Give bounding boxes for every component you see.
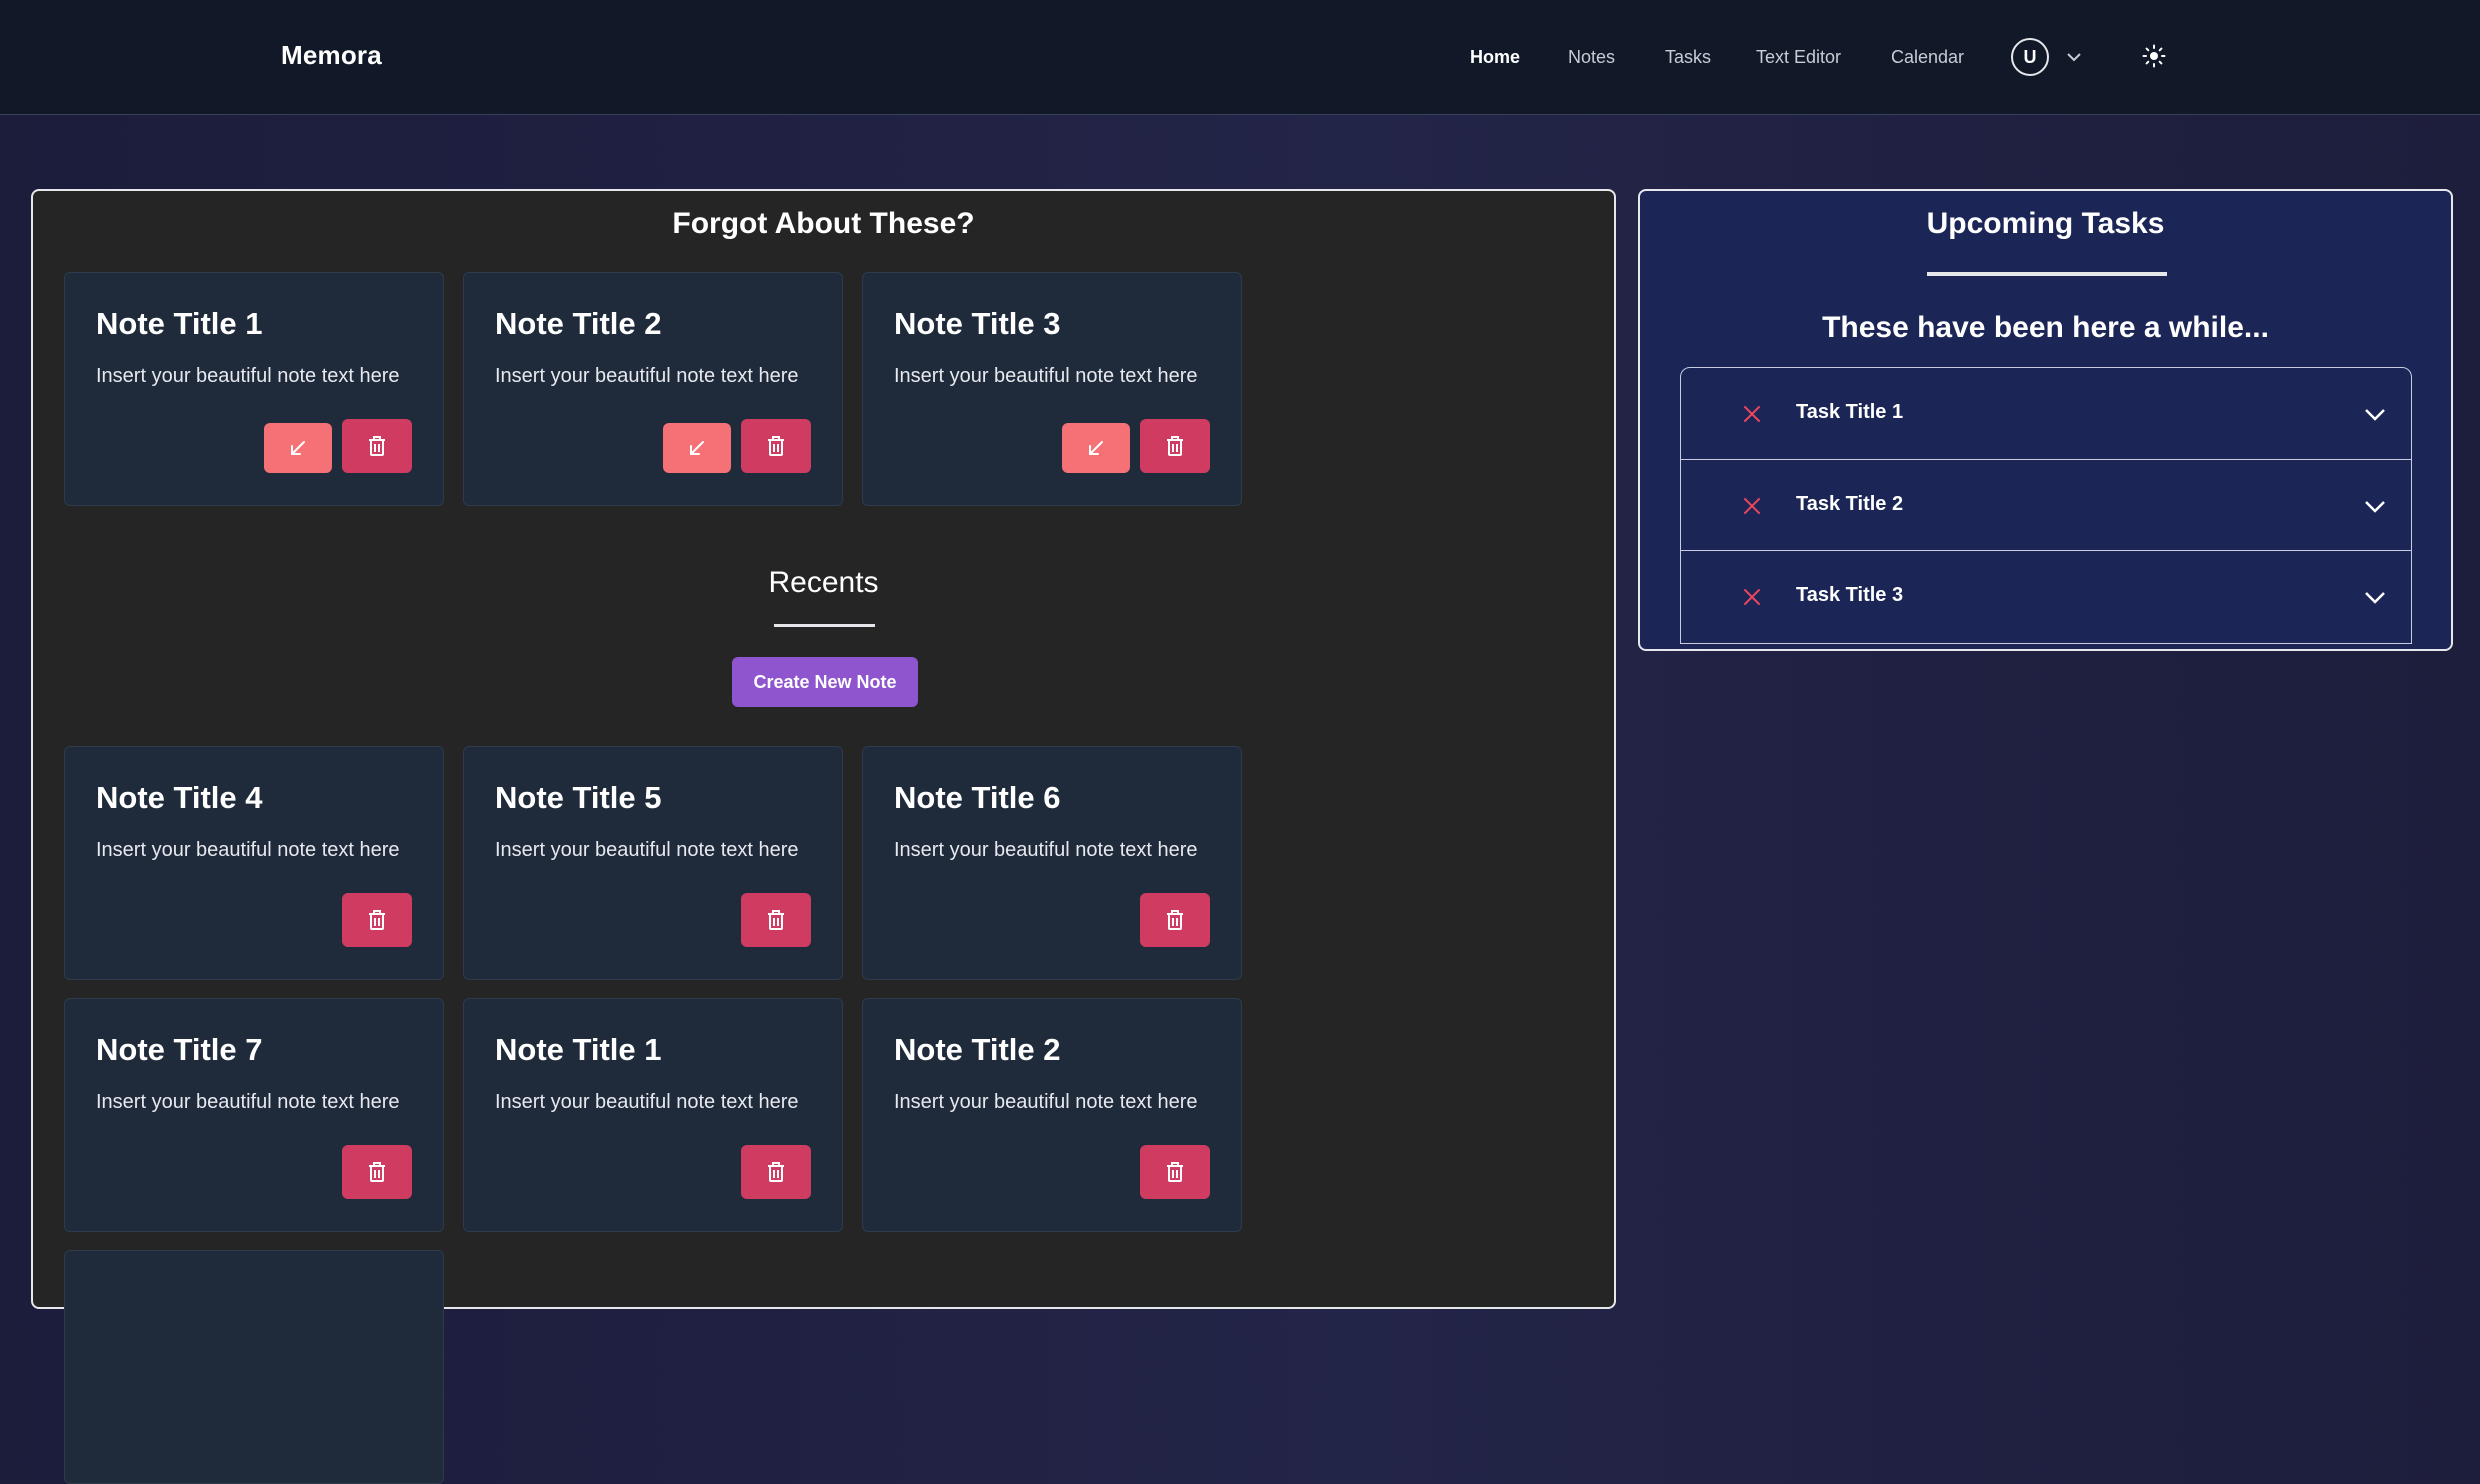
note-text: Insert your beautiful note text here — [894, 839, 1198, 861]
note-title: Note Title 1 — [495, 1032, 662, 1067]
note-card[interactable]: Note Title 3 Insert your beautiful note … — [862, 272, 1242, 506]
trash-icon — [768, 1162, 784, 1182]
trash-icon — [1167, 1162, 1183, 1182]
task-row[interactable]: Task Title 2 — [1681, 459, 2411, 550]
tasks-heading: Upcoming Tasks — [1926, 207, 2165, 240]
note-card[interactable]: Note Title 5 Insert your beautiful note … — [463, 746, 843, 980]
top-navbar: Memora Home Notes Tasks Text Editor Cale… — [0, 0, 2480, 115]
delete-button[interactable] — [741, 419, 811, 473]
tasks-underline — [1927, 272, 2167, 276]
sun-icon[interactable] — [2142, 44, 2166, 68]
arrow-down-left-icon — [1089, 441, 1103, 455]
delete-button[interactable] — [1140, 893, 1210, 947]
chevron-down-icon[interactable] — [2364, 406, 2386, 422]
note-text: Insert your beautiful note text here — [96, 839, 400, 861]
note-title: Note Title 3 — [894, 306, 1061, 341]
note-text: Insert your beautiful note text here — [495, 1091, 799, 1113]
trash-icon — [768, 436, 784, 456]
notes-panel: Forgot About These? Note Title 1 Insert … — [31, 189, 1616, 1484]
note-text: Insert your beautiful note text here — [96, 1091, 400, 1113]
chevron-down-icon[interactable] — [2364, 589, 2386, 605]
arrow-down-left-icon — [291, 441, 305, 455]
nav-notes[interactable]: Notes — [1568, 47, 1615, 68]
note-text: Insert your beautiful note text here — [894, 365, 1198, 387]
nav-home[interactable]: Home — [1470, 47, 1520, 68]
tasks-subtitle: These have been here a while... — [1822, 311, 2269, 344]
close-icon[interactable] — [1742, 496, 1762, 516]
delete-button[interactable] — [342, 419, 412, 473]
restore-button[interactable] — [663, 423, 731, 473]
note-card[interactable]: Note Title 6 Insert your beautiful note … — [862, 746, 1242, 980]
note-title: Note Title 1 — [96, 306, 263, 341]
nav-tasks[interactable]: Tasks — [1665, 47, 1711, 68]
nav-calendar[interactable]: Calendar — [1891, 47, 1964, 68]
note-card[interactable]: Note Title 4 Insert your beautiful note … — [64, 746, 444, 980]
brand-logo[interactable]: Memora — [281, 40, 382, 71]
note-card[interactable]: Note Title 2 Insert your beautiful note … — [862, 998, 1242, 1232]
note-card[interactable]: Note Title 1 Insert your beautiful note … — [463, 998, 843, 1232]
forgot-heading: Forgot About These? — [672, 207, 975, 240]
task-title: Task Title 1 — [1796, 401, 1904, 423]
chevron-down-icon[interactable] — [2364, 498, 2386, 514]
task-row[interactable]: Task Title 3 — [1681, 550, 2411, 641]
restore-button[interactable] — [264, 423, 332, 473]
note-title: Note Title 7 — [96, 1032, 263, 1067]
chevron-down-icon[interactable] — [2063, 46, 2085, 68]
user-avatar[interactable]: U — [2011, 38, 2049, 76]
trash-icon — [1167, 910, 1183, 930]
task-title: Task Title 2 — [1796, 493, 1904, 515]
arrow-down-left-icon — [690, 441, 704, 455]
note-title: Note Title 6 — [894, 780, 1061, 815]
delete-button[interactable] — [342, 893, 412, 947]
task-row[interactable]: Task Title 1 — [1681, 368, 2411, 459]
note-card[interactable]: Note Title 1 Insert your beautiful note … — [64, 272, 444, 506]
trash-icon — [768, 910, 784, 930]
trash-icon — [369, 1162, 385, 1182]
delete-button[interactable] — [741, 1145, 811, 1199]
note-title: Note Title 4 — [96, 780, 263, 815]
delete-button[interactable] — [342, 1145, 412, 1199]
recents-heading: Recents — [768, 566, 879, 599]
task-list: Task Title 1 Task Title 2 Task Title 3 — [1680, 367, 2412, 644]
trash-icon — [1167, 436, 1183, 456]
upcoming-tasks-panel: Upcoming Tasks These have been here a wh… — [1638, 189, 2453, 651]
delete-button[interactable] — [1140, 419, 1210, 473]
note-title: Note Title 2 — [495, 306, 662, 341]
close-icon[interactable] — [1742, 587, 1762, 607]
task-title: Task Title 3 — [1796, 584, 1904, 606]
restore-button[interactable] — [1062, 423, 1130, 473]
note-text: Insert your beautiful note text here — [495, 839, 799, 861]
delete-button[interactable] — [741, 893, 811, 947]
create-new-note-button[interactable]: Create New Note — [732, 657, 918, 707]
note-title: Note Title 2 — [894, 1032, 1061, 1067]
note-title: Note Title 5 — [495, 780, 662, 815]
trash-icon — [369, 910, 385, 930]
note-text: Insert your beautiful note text here — [96, 365, 400, 387]
close-icon[interactable] — [1742, 404, 1762, 424]
trash-icon — [369, 436, 385, 456]
recents-underline — [774, 624, 875, 627]
note-text: Insert your beautiful note text here — [894, 1091, 1198, 1113]
delete-button[interactable] — [1140, 1145, 1210, 1199]
note-card[interactable]: Note Title 2 Insert your beautiful note … — [463, 272, 843, 506]
note-text: Insert your beautiful note text here — [495, 365, 799, 387]
note-card[interactable] — [64, 1250, 444, 1484]
nav-text-editor[interactable]: Text Editor — [1756, 47, 1841, 68]
note-card[interactable]: Note Title 7 Insert your beautiful note … — [64, 998, 444, 1232]
